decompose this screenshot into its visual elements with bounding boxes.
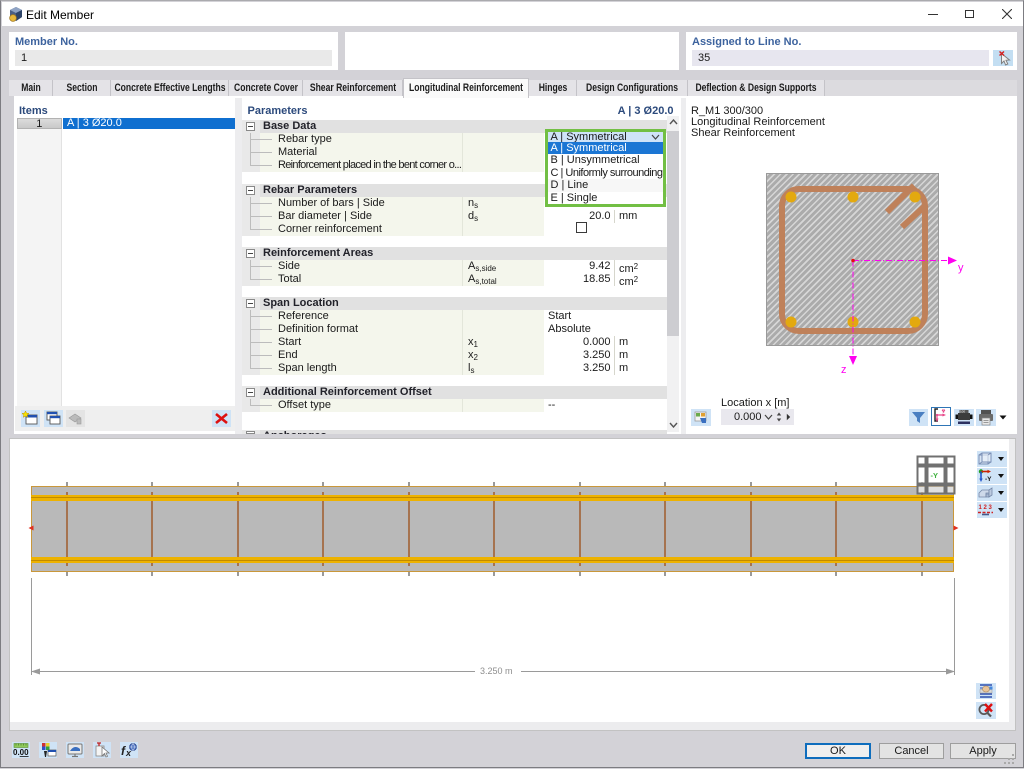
svg-text:0.00: 0.00: [13, 748, 29, 757]
svg-text:-Y: -Y: [931, 471, 939, 480]
svg-text:100: 100: [960, 410, 965, 414]
svg-text:1 2 3: 1 2 3: [979, 505, 993, 511]
svg-text:y: y: [958, 262, 964, 274]
svg-text:-Y: -Y: [985, 476, 992, 483]
svg-text:z: z: [841, 364, 847, 376]
